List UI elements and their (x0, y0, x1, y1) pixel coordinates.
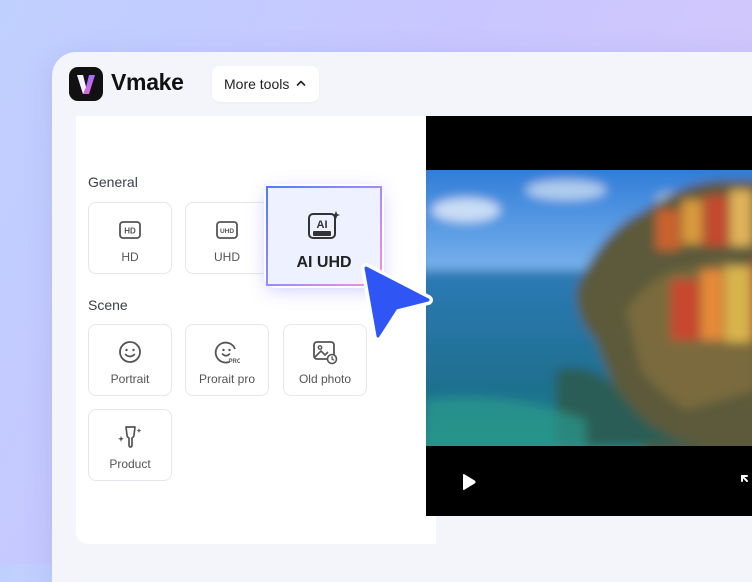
section-scene-label: Scene (88, 297, 128, 313)
option-old-photo-label: Old photo (298, 372, 352, 386)
option-portrait-pro-label: Prorait pro (198, 372, 256, 386)
svg-text:UHD: UHD (220, 228, 234, 235)
option-portrait-pro[interactable]: PRO Prorait pro (185, 324, 269, 396)
option-uhd-label: UHD (214, 250, 240, 264)
app-name: Vmake (111, 69, 184, 95)
option-product[interactable]: Product (88, 409, 172, 481)
chevron-up-icon (295, 76, 307, 92)
option-hd[interactable]: HD HD (88, 202, 172, 274)
pointer-cursor-icon (358, 262, 434, 342)
more-tools-label: More tools (224, 76, 290, 92)
option-portrait-label: Portrait (110, 372, 150, 386)
option-portrait[interactable]: Portrait (88, 324, 172, 396)
ai-ultra-icon: AI (307, 210, 341, 242)
option-old-photo[interactable]: Old photo (283, 324, 367, 396)
expand-icon[interactable] (738, 472, 752, 497)
option-product-label: Product (109, 457, 151, 471)
product-icon (117, 424, 143, 450)
more-tools-button[interactable]: More tools (212, 66, 320, 102)
video-controls (426, 446, 752, 516)
option-uhd[interactable]: UHD UHD (185, 202, 269, 274)
smile-icon (117, 339, 143, 365)
svg-text:AI: AI (317, 219, 328, 231)
vmake-logo-icon (69, 67, 103, 101)
preview-image (426, 170, 752, 446)
video-preview[interactable] (426, 116, 752, 516)
uhd-icon: UHD (214, 217, 240, 243)
svg-text:HD: HD (124, 227, 136, 236)
play-icon[interactable] (458, 472, 478, 497)
section-general-label: General (88, 174, 138, 190)
hd-icon: HD (117, 217, 143, 243)
smile-pro-icon: PRO (214, 339, 242, 365)
top-bar: Vmake More tools (52, 52, 752, 116)
old-photo-icon (312, 339, 338, 365)
svg-text:PRO: PRO (228, 359, 240, 365)
option-hd-label: HD (121, 250, 139, 264)
